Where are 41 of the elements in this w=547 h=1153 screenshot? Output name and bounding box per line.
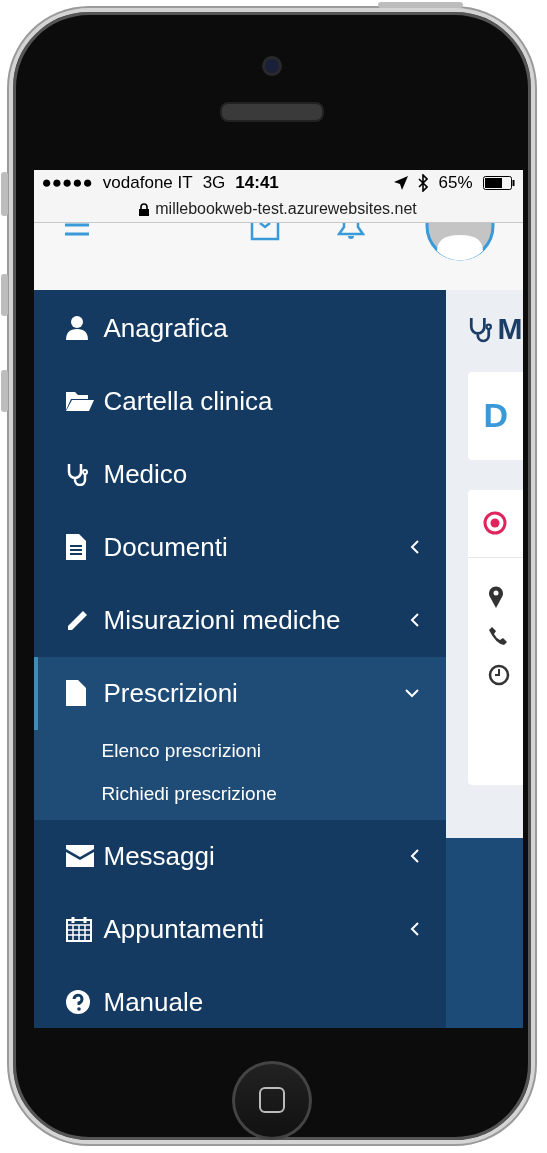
camera-lens [262, 56, 282, 76]
clock-icon [487, 663, 510, 686]
calendar-icon [65, 916, 92, 943]
bell-icon[interactable] [336, 222, 365, 241]
envelope-icon[interactable] [249, 222, 280, 241]
envelope-icon [65, 845, 94, 868]
sidebar-item[interactable]: Appuntamenti [33, 892, 446, 966]
file-icon [65, 680, 86, 707]
person-icon [65, 316, 88, 341]
document-icon [65, 534, 86, 561]
pencil-icon [65, 608, 90, 633]
submenu-item[interactable]: Richiedi prescrizione [33, 772, 446, 816]
sidebar-item[interactable]: Documenti [33, 510, 446, 584]
sidebar-item[interactable]: Cartella clinica [33, 364, 446, 438]
submenu-item[interactable]: Elenco prescrizioni [33, 729, 446, 773]
map-pin-icon [487, 585, 504, 608]
stethoscope-icon [65, 462, 88, 487]
location-arrow-icon [394, 176, 409, 191]
phone-icon [487, 625, 508, 646]
sidebar-item[interactable]: Anagrafica [33, 291, 446, 365]
battery-percent: 65% [438, 173, 473, 194]
page-url: millebookweb-test.azurewebsites.net [155, 200, 417, 219]
carrier-name: vodafone IT [102, 173, 193, 194]
target-icon [482, 511, 507, 536]
network-type: 3G [202, 173, 226, 194]
help-icon [65, 990, 90, 1015]
sidebar-item[interactable]: Misurazioni mediche [33, 583, 446, 657]
avatar-icon[interactable] [424, 222, 495, 261]
battery-icon [482, 176, 515, 191]
page-heading: M [497, 311, 523, 346]
signal-dots: ●●●●● [41, 173, 93, 194]
clock-time: 14:41 [235, 173, 279, 194]
lock-icon [139, 202, 150, 216]
menu-icon[interactable] [64, 222, 89, 237]
card-title: D [483, 396, 509, 436]
sidebar-item[interactable]: Messaggi [33, 819, 446, 893]
bluetooth-icon [418, 174, 429, 193]
sidebar-item[interactable]: Prescrizioni [33, 656, 446, 730]
sidebar-item[interactable]: Medico [33, 437, 446, 511]
sidebar-item[interactable]: Manuale [33, 965, 446, 1028]
folder-icon [65, 390, 94, 413]
